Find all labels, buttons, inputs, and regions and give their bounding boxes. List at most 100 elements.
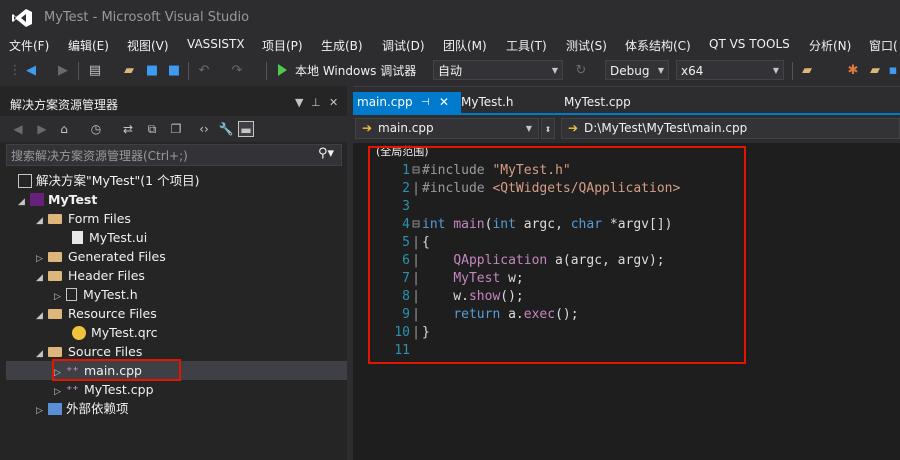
editor-tab-strip: main.cpp ⊣ ✕ MyTest.h MyTest.cpp bbox=[353, 92, 900, 113]
menu-architecture[interactable]: 体系结构(C) bbox=[625, 37, 691, 54]
chevron-down-icon: ▼ bbox=[525, 124, 532, 133]
tree-item-mytest-h[interactable]: ▷ MyTest.h bbox=[54, 285, 138, 304]
search-icon[interactable]: ⚲▾ bbox=[318, 146, 334, 161]
tree-item-form-files[interactable]: ◢ Form Files bbox=[36, 209, 131, 228]
tree-item-label: Source Files bbox=[68, 344, 143, 359]
menu-vassistx[interactable]: VASSISTX bbox=[187, 37, 245, 51]
menu-test[interactable]: 测试(S) bbox=[566, 37, 607, 54]
menu-project[interactable]: 项目(P) bbox=[262, 37, 303, 54]
find-in-files-icon[interactable]: ▰ bbox=[800, 64, 814, 78]
nav-path-select[interactable]: ➔ D:\MyTest\MyTest\main.cpp bbox=[561, 118, 900, 139]
close-icon[interactable]: ✕ bbox=[329, 96, 338, 109]
expanded-triangle-icon[interactable]: ◢ bbox=[36, 212, 48, 231]
menu-window[interactable]: 窗口( bbox=[869, 37, 898, 54]
search-placeholder: 搜索解决方案资源管理器(Ctrl+;) bbox=[11, 149, 188, 163]
expanded-triangle-icon[interactable]: ◢ bbox=[18, 193, 30, 212]
tab-main-cpp[interactable]: main.cpp ⊣ ✕ bbox=[353, 92, 461, 113]
forward-icon[interactable]: ▶ bbox=[34, 121, 50, 137]
show-all-files-icon[interactable]: ❐ bbox=[168, 121, 184, 137]
pin-icon[interactable]: ⊣ bbox=[421, 92, 430, 113]
tree-item-label: MyTest.cpp bbox=[84, 382, 154, 397]
save-icon[interactable]: ■ bbox=[145, 64, 159, 78]
menu-build[interactable]: 生成(B) bbox=[321, 37, 363, 54]
menu-file[interactable]: 文件(F) bbox=[9, 37, 49, 54]
close-icon[interactable]: ✕ bbox=[439, 92, 449, 113]
tab-mytest-cpp[interactable]: MyTest.cpp bbox=[560, 92, 674, 113]
tree-item-label: Header Files bbox=[68, 268, 145, 283]
project-icon bbox=[30, 193, 44, 206]
preview-icon[interactable]: ▬ bbox=[238, 121, 254, 137]
menu-tools[interactable]: 工具(T) bbox=[506, 37, 547, 54]
menu-edit[interactable]: 编辑(E) bbox=[68, 37, 109, 54]
tree-item-mytest-ui[interactable]: MyTest.ui bbox=[72, 228, 147, 247]
tree-item-mytest-cpp[interactable]: ▷ ⁺⁺ MyTest.cpp bbox=[54, 380, 154, 399]
collapse-all-icon[interactable]: ⧉ bbox=[144, 121, 160, 137]
menu-analyze[interactable]: 分析(N) bbox=[809, 37, 851, 54]
tab-label: MyTest.h bbox=[461, 95, 514, 109]
tree-item-resource-files[interactable]: ◢ Resource Files bbox=[36, 304, 157, 323]
tree-item-label: Generated Files bbox=[68, 249, 166, 264]
tree-item-project[interactable]: ◢ MyTest bbox=[18, 190, 97, 209]
grip-icon: ⋮ bbox=[8, 63, 22, 78]
tree-item-header-files[interactable]: ◢ Header Files bbox=[36, 266, 145, 285]
tree-item-generated-files[interactable]: ▷ Generated Files bbox=[36, 247, 166, 266]
menu-qt-vs-tools[interactable]: QT VS TOOLS bbox=[709, 37, 790, 51]
start-debug-button[interactable]: 本地 Windows 调试器 bbox=[295, 62, 416, 79]
platform-value: x64 bbox=[681, 64, 704, 78]
tree-item-label: MyTest bbox=[48, 192, 98, 207]
sync-icon[interactable]: ⇄ bbox=[120, 121, 136, 137]
back-icon[interactable]: ◀ bbox=[10, 121, 26, 137]
folder-icon[interactable]: ▰ bbox=[868, 64, 882, 78]
ui-file-icon bbox=[72, 231, 83, 244]
configuration-select[interactable]: Debug ▼ bbox=[605, 60, 669, 80]
nav-path-value: D:\MyTest\MyTest\main.cpp bbox=[584, 121, 748, 135]
tree-item-mytest-qrc[interactable]: MyTest.qrc bbox=[72, 323, 157, 342]
redo-icon[interactable]: ↷ bbox=[230, 64, 244, 78]
nav-split-button[interactable]: ⬍ bbox=[541, 118, 555, 139]
tab-mytest-h[interactable]: MyTest.h bbox=[457, 92, 565, 113]
folder-icon bbox=[48, 270, 62, 281]
tree-item-label: 解决方案"MyTest"(1 个项目) bbox=[36, 173, 200, 188]
platform-select[interactable]: x64 ▼ bbox=[676, 60, 784, 80]
open-file-icon[interactable]: ▰ bbox=[122, 64, 136, 78]
properties-icon[interactable]: 🔧 bbox=[218, 121, 234, 137]
folder-icon bbox=[48, 251, 62, 262]
nav-file-select[interactable]: ➔ main.cpp ▼ bbox=[355, 118, 539, 139]
tree-item-label: MyTest.ui bbox=[89, 230, 148, 245]
extensions-icon[interactable]: ✱ bbox=[846, 64, 860, 78]
save-all-icon[interactable]: ■ bbox=[167, 64, 181, 78]
run-mode-select[interactable]: 自动 ▼ bbox=[433, 60, 563, 80]
home-icon[interactable]: ⌂ bbox=[56, 121, 72, 137]
tree-item-solution[interactable]: 解决方案"MyTest"(1 个项目) bbox=[18, 171, 199, 190]
forward-icon[interactable]: ▶ bbox=[56, 64, 70, 78]
toolbar-separator bbox=[792, 62, 793, 80]
undo-icon[interactable]: ↶ bbox=[197, 64, 211, 78]
pending-changes-icon[interactable]: ◷ bbox=[88, 121, 104, 137]
expanded-triangle-icon[interactable]: ◢ bbox=[36, 307, 48, 326]
collapsed-triangle-icon[interactable]: ▷ bbox=[36, 402, 48, 421]
run-mode-value: 自动 bbox=[438, 64, 463, 78]
arrow-right-icon: ➔ bbox=[362, 121, 373, 135]
arrow-right-icon: ➔ bbox=[568, 121, 579, 135]
updown-icon: ⬍ bbox=[544, 125, 552, 134]
back-icon[interactable]: ◀ bbox=[24, 64, 38, 78]
toolbar-separator bbox=[188, 62, 189, 80]
qt-icon[interactable]: ▪ bbox=[886, 64, 900, 78]
expanded-triangle-icon[interactable]: ◢ bbox=[36, 345, 48, 364]
menu-debug[interactable]: 调试(D) bbox=[382, 37, 425, 54]
dropdown-arrow-icon[interactable]: ▼ bbox=[295, 96, 303, 109]
highlight-box-code bbox=[368, 146, 746, 364]
view-code-icon[interactable]: ‹› bbox=[196, 121, 212, 137]
window-title: MyTest - Microsoft Visual Studio bbox=[44, 10, 250, 25]
nav-file-value: main.cpp bbox=[378, 121, 434, 135]
refresh-icon[interactable]: ↻ bbox=[574, 64, 588, 78]
menu-view[interactable]: 视图(V) bbox=[127, 37, 169, 54]
pin-icon[interactable]: ⊥ bbox=[311, 96, 321, 109]
tree-item-label: MyTest.qrc bbox=[91, 325, 158, 340]
menu-team[interactable]: 团队(M) bbox=[443, 37, 487, 54]
start-debug-icon[interactable] bbox=[278, 64, 287, 76]
tree-item-label: 外部依赖项 bbox=[66, 401, 129, 416]
tree-item-external-dependencies[interactable]: ▷ 外部依赖项 bbox=[36, 399, 129, 418]
new-project-icon[interactable]: ▤ bbox=[88, 64, 102, 78]
expanded-triangle-icon[interactable]: ◢ bbox=[36, 269, 48, 288]
